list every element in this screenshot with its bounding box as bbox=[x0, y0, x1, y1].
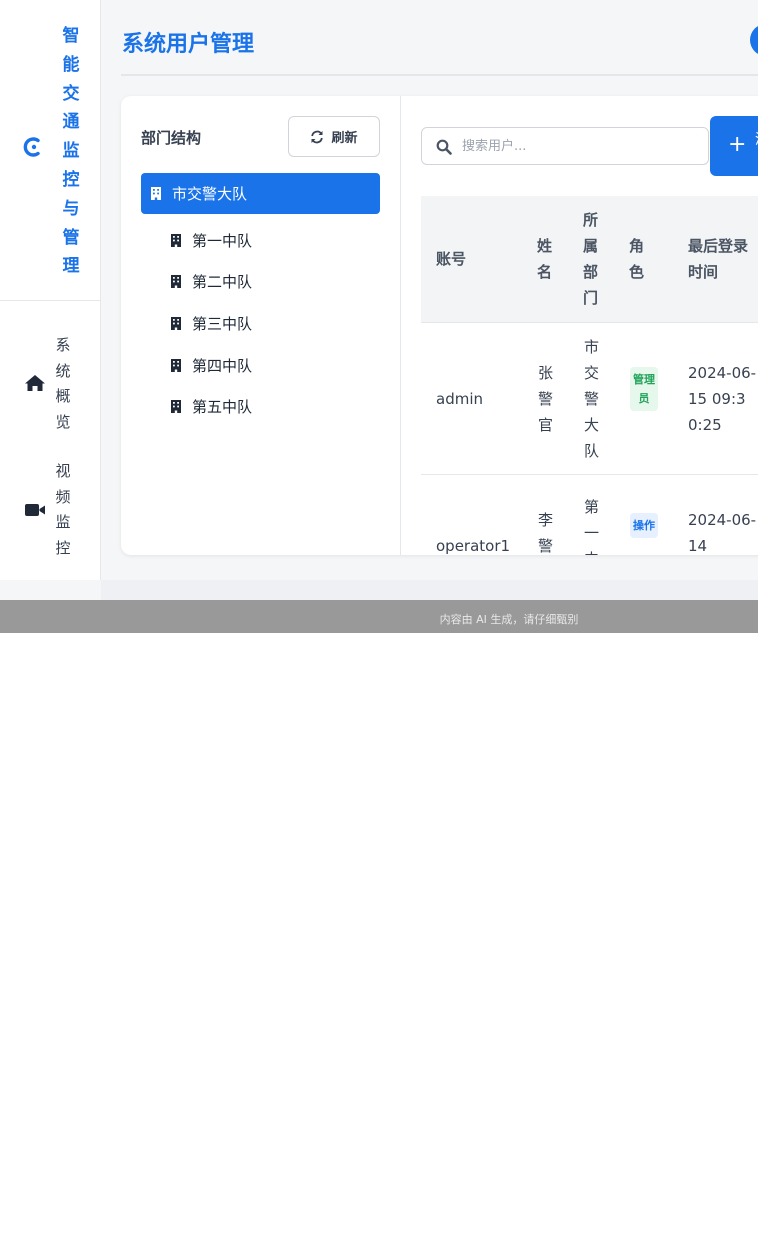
cell-name: 张警官 bbox=[538, 364, 554, 434]
ai-disclaimer: 内容由 AI 生成，请仔细甄别 bbox=[439, 613, 579, 626]
search-input[interactable] bbox=[462, 128, 702, 164]
logo-icon bbox=[23, 137, 40, 157]
nav-item-label: 系统概览 bbox=[55, 336, 71, 431]
nav-item-label: 视频监控 bbox=[55, 462, 71, 557]
content-bottom-strip bbox=[101, 580, 758, 600]
plus-icon: + bbox=[728, 132, 747, 157]
users-panel: + 添 账号 姓名 所属部门 角色 最后登录时间 admin 张警官 市交警大队… bbox=[401, 96, 758, 555]
department-panel: 部门结构 刷新 市交警大队 第一中队 第二中队 第三中队 第四中队 第五中队 bbox=[121, 96, 401, 555]
table-row[interactable]: operator1 李警 第一中 操作 2024-06-14 bbox=[421, 475, 758, 555]
tree-item-label: 市交警大队 bbox=[172, 185, 248, 203]
department-panel-title: 部门结构 bbox=[141, 129, 202, 147]
tree-item-child[interactable]: 第二中队 bbox=[171, 269, 252, 293]
tree-item-child[interactable]: 第三中队 bbox=[171, 311, 252, 335]
column-header: 角色 bbox=[629, 237, 645, 281]
user-management-card: 部门结构 刷新 市交警大队 第一中队 第二中队 第三中队 第四中队 第五中队 搜… bbox=[121, 96, 758, 555]
table-row[interactable]: admin 张警官 市交警大队 管理员 2024-06-15 09:30:25 bbox=[421, 323, 758, 475]
brand-divider bbox=[0, 300, 101, 301]
tree-item-child[interactable]: 第五中队 bbox=[171, 394, 252, 418]
tree-item-child[interactable]: 第一中队 bbox=[171, 228, 252, 252]
cell-account: operator1 bbox=[436, 537, 511, 555]
tree-item-label: 第三中队 bbox=[192, 314, 253, 333]
sidebar: 智能交通监控与管理 系统概览 视频监控 bbox=[0, 0, 101, 580]
user-avatar[interactable] bbox=[750, 24, 758, 56]
column-header: 最后登录时间 bbox=[688, 237, 749, 281]
tree-item-child[interactable]: 第四中队 bbox=[171, 353, 252, 377]
cell-last-login: 2024-06-15 09:30:25 bbox=[688, 364, 757, 434]
add-user-button[interactable]: + 添 bbox=[710, 116, 758, 176]
column-header: 所属部门 bbox=[583, 211, 599, 307]
table-header: 账号 姓名 所属部门 角色 最后登录时间 bbox=[421, 196, 758, 323]
search-box[interactable] bbox=[421, 127, 709, 165]
cell-department: 第一中 bbox=[584, 498, 600, 555]
header-divider bbox=[121, 74, 758, 76]
role-badge: 管理员 bbox=[630, 367, 658, 411]
cell-last-login: 2024-06-14 bbox=[688, 511, 757, 555]
column-header: 姓名 bbox=[537, 237, 553, 281]
app-window: 智能交通监控与管理 系统概览 视频监控 系统用户管理 部门结构 刷新 市交警大队… bbox=[0, 0, 758, 600]
tree-item-root[interactable]: 市交警大队 bbox=[141, 173, 380, 214]
refresh-button-label: 刷新 bbox=[331, 131, 358, 146]
brand-title: 智能交通监控与管理 bbox=[62, 26, 80, 277]
building-icon bbox=[171, 274, 181, 288]
cell-department: 市交警大队 bbox=[584, 338, 600, 460]
role-badge: 操作 bbox=[630, 513, 658, 538]
refresh-button[interactable]: 刷新 bbox=[288, 116, 380, 157]
nav-item-overview[interactable]: 系统概览 bbox=[0, 333, 101, 433]
column-header: 账号 bbox=[436, 250, 467, 268]
building-icon bbox=[171, 316, 181, 330]
tree-item-label: 第二中队 bbox=[192, 272, 253, 291]
building-icon bbox=[151, 187, 161, 200]
refresh-icon bbox=[311, 130, 324, 143]
home-icon bbox=[25, 375, 45, 391]
tree-item-label: 第四中队 bbox=[192, 356, 253, 375]
video-camera-icon bbox=[25, 504, 45, 516]
tree-item-label: 第五中队 bbox=[192, 397, 253, 416]
building-icon bbox=[171, 233, 181, 247]
building-icon bbox=[171, 399, 181, 413]
cell-account: admin bbox=[436, 390, 483, 408]
search-icon bbox=[436, 139, 452, 155]
page-title: 系统用户管理 bbox=[122, 32, 255, 57]
cell-name: 李警 bbox=[538, 511, 554, 555]
building-icon bbox=[171, 358, 181, 372]
tree-item-label: 第一中队 bbox=[192, 231, 253, 250]
nav-item-video[interactable]: 视频监控 bbox=[0, 459, 101, 563]
